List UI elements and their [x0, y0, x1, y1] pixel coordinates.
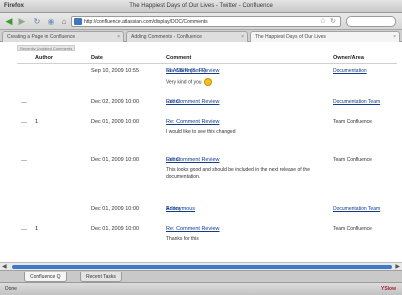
tab-2[interactable]: Adding Comments - Confluence ×	[126, 31, 248, 42]
close-tab-icon[interactable]: ×	[393, 34, 396, 40]
row-comment-link[interactable]: Re: Comment Review	[166, 157, 220, 163]
row-date: Dec 01, 2009 10:00	[91, 119, 140, 125]
reload-icon[interactable]: ↻	[32, 16, 42, 26]
header-divider	[17, 63, 397, 64]
search-box[interactable]	[346, 16, 396, 27]
sheet-tab-bar: Confluence Q Recent Tasks	[0, 270, 402, 282]
row-comment-body: Very kind of you	[166, 79, 202, 86]
back-arrow-icon[interactable]: ◀	[4, 16, 14, 26]
smiley-icon	[203, 78, 212, 86]
breadcrumb[interactable]: Recently Updated Comments	[17, 45, 75, 51]
scroll-left-icon[interactable]: ◀	[2, 263, 7, 270]
tab-strip: Creating a Page in Confluence × Adding C…	[0, 30, 402, 42]
row-date: Dec 02, 2009 10:00	[91, 99, 140, 105]
row-marker: —	[21, 227, 27, 233]
sheet-tab-1[interactable]: Confluence Q	[24, 272, 67, 282]
row-comment-text: Thanks for this	[166, 236, 199, 242]
column-header-owner[interactable]: Owner/Area	[333, 55, 364, 61]
row-marker: —	[21, 158, 27, 164]
tab-label: Adding Comments - Confluence	[131, 34, 202, 40]
go-icon[interactable]: ↻	[330, 17, 336, 25]
row-comment-link[interactable]: Re: Comment Review	[166, 119, 220, 125]
row-comment-text: Very kind of you	[166, 78, 326, 86]
row-date: Dec 01, 2009 10:00	[91, 226, 140, 232]
row-author[interactable]: 1	[35, 226, 38, 232]
column-header-author[interactable]: Author	[35, 55, 53, 61]
address-bar[interactable]: http://confluence.atlassian.com/display/…	[71, 16, 341, 27]
url-text[interactable]: http://confluence.atlassian.com/display/…	[84, 19, 208, 25]
row-owner: Team Confluence	[333, 226, 372, 232]
browser-window: Firefox The Happiest Days of Our Lives -…	[0, 0, 402, 295]
row-owner[interactable]: Documentation Team	[333, 206, 380, 212]
stop-icon[interactable]: ◉	[46, 16, 56, 26]
home-icon[interactable]: ⌂	[59, 16, 69, 26]
title-bar: Firefox The Happiest Days of Our Lives -…	[0, 0, 402, 13]
close-tab-icon[interactable]: ×	[117, 34, 120, 40]
row-comment-text: I would like to see this changed	[166, 129, 236, 135]
addon-status[interactable]: YSlow	[381, 286, 396, 292]
row-marker: —	[21, 100, 27, 106]
row-author[interactable]: 1	[35, 119, 38, 125]
navigation-toolbar: ◀ ▶ ↻ ◉ ⌂ http://confluence.atlassian.co…	[0, 13, 402, 30]
column-header-date[interactable]: Date	[91, 55, 103, 61]
forward-arrow-icon[interactable]: ▶	[17, 16, 27, 26]
tab-3[interactable]: The Happiest Days of Our Lives ×	[250, 31, 400, 42]
row-owner: Team Confluence	[333, 119, 372, 125]
scrollbar-thumb[interactable]	[12, 265, 392, 269]
row-comment-link[interactable]: Anonymous	[166, 206, 195, 212]
page-content: Recently Updated Comments Author Date Co…	[0, 43, 402, 262]
horizontal-scrollbar[interactable]: ◀ ▶	[0, 262, 402, 270]
row-comment-link[interactable]: Re: Comment Review	[166, 68, 220, 74]
row-marker: —	[21, 120, 27, 126]
row-owner[interactable]: Documentation Team	[333, 99, 380, 105]
row-owner[interactable]: Documentation	[333, 68, 367, 74]
status-text: Done	[5, 286, 17, 292]
tab-1[interactable]: Creating a Page in Confluence ×	[2, 31, 124, 42]
row-date: Sep 10, 2009 10:55	[91, 68, 140, 74]
column-header-comment[interactable]: Comment	[166, 55, 191, 61]
row-date: Dec 01, 2009 10:00	[91, 157, 140, 163]
row-owner: Team Confluence	[333, 157, 372, 163]
tab-label: Creating a Page in Confluence	[7, 34, 76, 40]
site-favicon-icon	[74, 18, 82, 25]
bookmark-star-icon[interactable]: ☆	[320, 17, 326, 25]
row-comment-link[interactable]: Re: Comment Review	[166, 99, 220, 105]
sheet-tab-2[interactable]: Recent Tasks	[80, 272, 122, 282]
scroll-right-icon[interactable]: ▶	[395, 263, 400, 270]
row-comment-text: This looks good and should be included i…	[166, 167, 310, 180]
close-tab-icon[interactable]: ×	[241, 34, 244, 40]
status-bar: Done YSlow	[0, 282, 402, 295]
tab-label: The Happiest Days of Our Lives	[255, 34, 326, 40]
row-date: Dec 01, 2009 10:00	[91, 206, 140, 212]
window-title: The Happiest Days of Our Lives - Twitter…	[129, 3, 273, 9]
row-comment-link[interactable]: Re: Comment Review	[166, 226, 220, 232]
